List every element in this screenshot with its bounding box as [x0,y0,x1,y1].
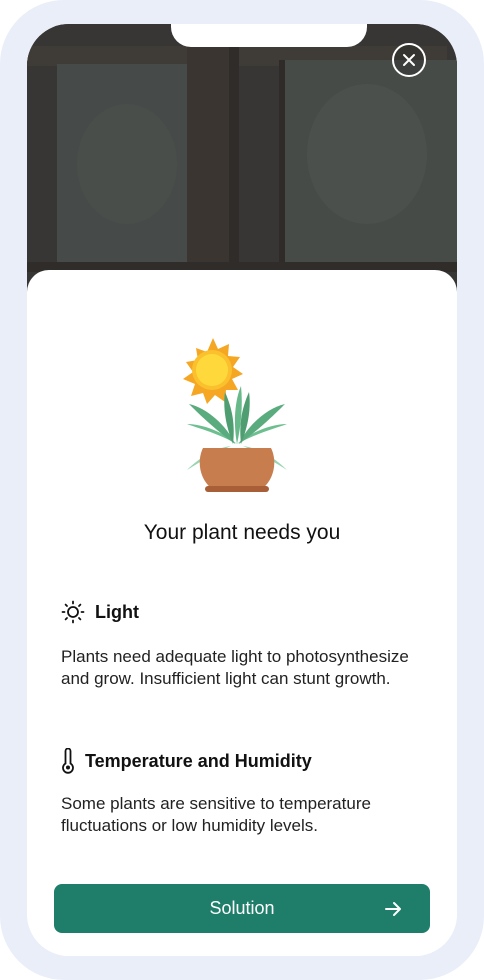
thermometer-icon [61,748,75,774]
section-heading-label: Temperature and Humidity [85,750,312,771]
plant-with-sun-illustration [183,338,287,492]
bottom-sheet: Your plant needs you Light Plants need a… [27,270,457,956]
sun-icon [183,338,243,404]
device-notch [171,24,367,47]
screen: Your plant needs you Light Plants need a… [27,24,457,956]
section-heading-label: Light [95,601,139,622]
solution-button-label: Solution [209,898,275,918]
close-icon [403,54,415,66]
solution-button[interactable]: Solution [54,884,430,933]
pot [199,448,275,492]
section-text-temperature: Some plants are sensitive to temperature… [61,794,371,835]
device-frame: Your plant needs you Light Plants need a… [0,0,484,980]
dialog-title: Your plant needs you [143,521,341,544]
arrow-right-icon [385,902,401,916]
section-text-light: Plants need adequate light to photosynth… [61,647,409,688]
section-heading-temperature: Temperature and Humidity [61,748,312,774]
section-heading-light: Light [61,600,139,624]
sun-icon [61,600,85,624]
close-button[interactable] [392,43,426,77]
